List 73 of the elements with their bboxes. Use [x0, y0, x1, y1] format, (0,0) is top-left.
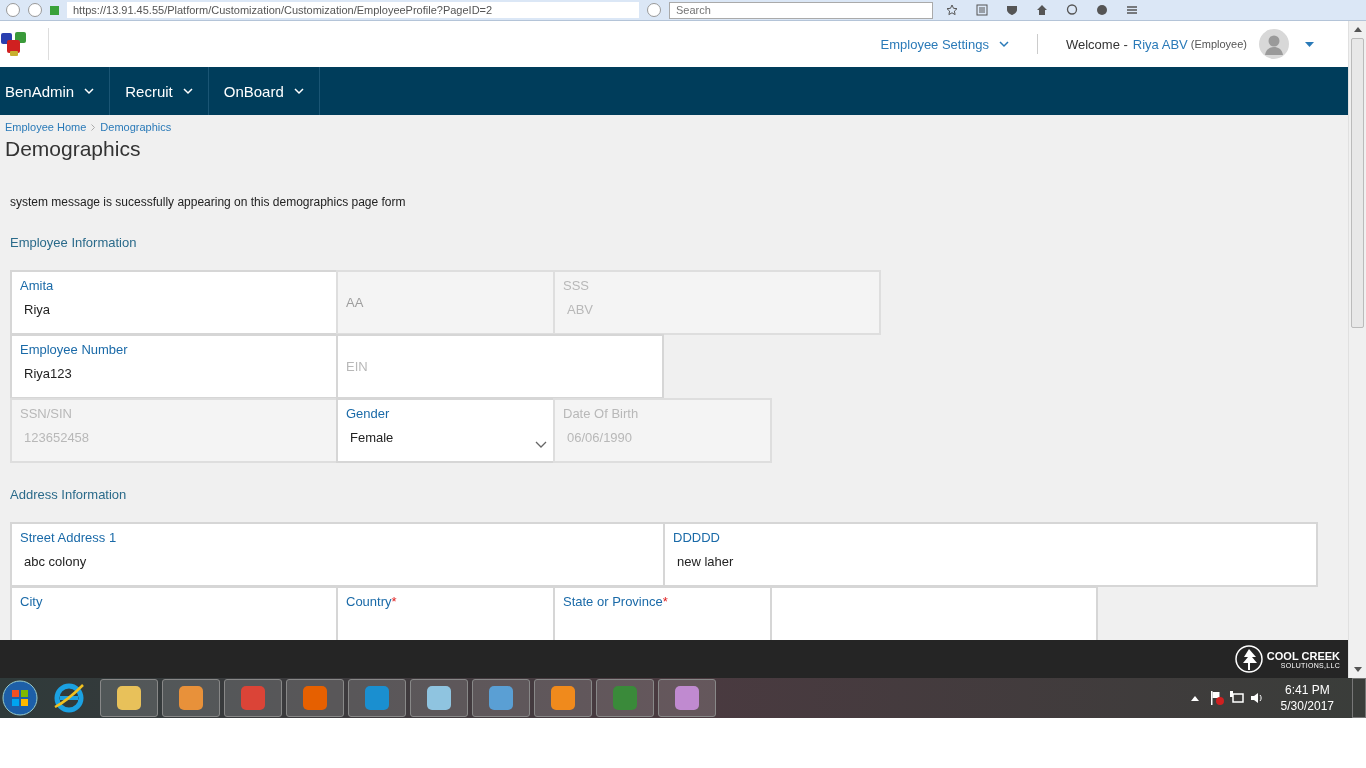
date-text: 5/30/2017 [1280, 698, 1334, 714]
role-text: (Employee) [1190, 38, 1247, 50]
flag-error-icon[interactable] [1208, 690, 1225, 706]
caret-icon[interactable] [1305, 41, 1314, 47]
input-field[interactable] [770, 586, 1098, 640]
field-label: Country* [346, 594, 398, 609]
scroll-down-icon[interactable] [1353, 667, 1362, 672]
field-label: SSN/SIN [20, 406, 73, 421]
taskbar-app-button[interactable] [410, 679, 468, 717]
clock[interactable]: 6:41 PM 5/30/2017 [1280, 682, 1334, 714]
tree-logo-icon [1233, 644, 1264, 674]
required-mark: * [662, 594, 668, 609]
time-text: 6:41 PM [1284, 682, 1330, 698]
welcome-text: Welcome - [1065, 36, 1128, 52]
address-bar[interactable]: https://13.91.45.55/Platform/Customization/Customization/EmployeeProfile?PageID=2 [67, 2, 639, 18]
section-title: Address Information [10, 487, 128, 502]
field-label: DDDDD [673, 530, 721, 545]
system-message: system message is sucessfully appearing on this demographics page form [10, 195, 407, 209]
field-label: City [20, 594, 44, 609]
input-field[interactable]: Amita Riya [10, 270, 338, 335]
taskbar-app-button[interactable] [596, 679, 654, 717]
speaker-icon[interactable] [1248, 690, 1265, 706]
taskbar-app-button[interactable] [286, 679, 344, 717]
input-field[interactable]: Country* [336, 586, 555, 640]
start-button[interactable] [2, 680, 38, 716]
company-name: COOL CREEK [1266, 649, 1340, 662]
input-field[interactable]: Street Address 1 abc colony [10, 522, 665, 587]
field-label: State or Province* [563, 594, 669, 609]
dice-logo-icon[interactable] [0, 30, 28, 58]
required-mark: * [391, 594, 397, 609]
lock-icon [50, 5, 59, 15]
nav-menu-item[interactable]: BenAdmin [0, 67, 111, 115]
taskbar-app-button[interactable] [100, 679, 158, 717]
field-label: Date Of Birth [563, 406, 640, 421]
page-title: Demographics [5, 137, 142, 161]
taskbar-app-button[interactable] [224, 679, 282, 717]
taskbar-app-button[interactable] [658, 679, 716, 717]
taskbar-app-button[interactable] [534, 679, 592, 717]
scroll-thumb[interactable] [1351, 38, 1364, 328]
breadcrumb-link[interactable]: Employee Home [5, 121, 87, 133]
chevron-right-icon [91, 123, 96, 131]
scrollbar[interactable] [1348, 21, 1366, 678]
network-icon[interactable] [1228, 690, 1245, 706]
input-field[interactable]: DDDDD new laher [663, 522, 1318, 587]
input-field[interactable]: State or Province* [553, 586, 772, 640]
input-field[interactable]: Employee Number Riya123 [10, 334, 338, 399]
field-label: Employee Number [20, 342, 129, 357]
show-hidden-icons[interactable] [1190, 695, 1199, 701]
user-name-link[interactable]: Riya ABV [1132, 36, 1188, 52]
avatar-icon[interactable] [1259, 29, 1289, 59]
chevron-down-icon [84, 87, 95, 95]
field-label: Amita [20, 278, 55, 293]
show-desktop-button[interactable] [1352, 678, 1366, 718]
select-field[interactable]: Gender Female [336, 398, 555, 463]
breadcrumb-link[interactable]: Demographics [100, 121, 172, 133]
field-label: SSS [563, 278, 590, 293]
taskbar-app-button[interactable] [348, 679, 406, 717]
field-label: Gender [346, 406, 391, 421]
search-field[interactable]: Search [669, 1, 933, 19]
input-field[interactable]: City [10, 586, 338, 640]
section-title: Employee Information [10, 235, 138, 250]
field-label: Street Address 1 [20, 530, 118, 545]
chevron-down-icon[interactable] [535, 441, 547, 449]
chevron-down-icon [293, 87, 304, 95]
scroll-up-icon[interactable] [1353, 27, 1362, 32]
nav-menu-item[interactable]: OnBoard [208, 67, 320, 115]
employee-settings-menu[interactable]: Employee Settings [880, 36, 1009, 52]
browser-e-icon[interactable] [52, 681, 86, 715]
taskbar-app-button[interactable] [162, 679, 220, 717]
chevron-down-icon [998, 40, 1009, 48]
nav-menu-item[interactable]: Recruit [110, 67, 209, 115]
chevron-down-icon [182, 87, 193, 95]
taskbar-app-button[interactable] [472, 679, 530, 717]
